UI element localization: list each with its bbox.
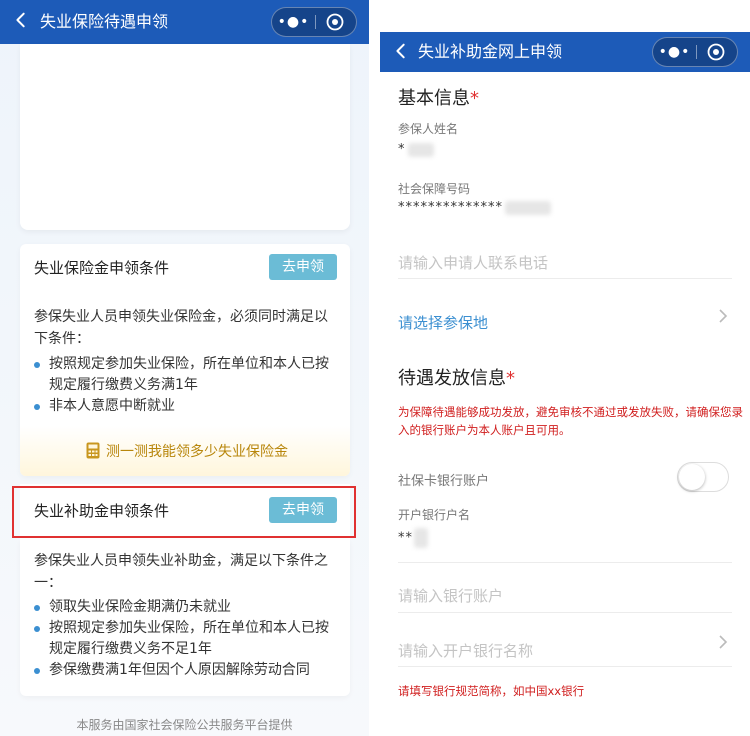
list-item: 按照规定参加失业保险，所在单位和本人已按规定履行缴费义务不足1年 bbox=[34, 618, 339, 660]
mini-program-capsule: •●• bbox=[652, 37, 738, 67]
chevron-right-icon[interactable] bbox=[718, 634, 728, 650]
mini-program-capsule: •●• bbox=[271, 7, 357, 37]
bullet-dot bbox=[34, 404, 40, 410]
capsule-divider bbox=[315, 15, 316, 29]
benefit-calculator-link[interactable]: 测一测我能领多少失业保险金 bbox=[106, 441, 288, 461]
list-item: 领取失业保险金期满仍未就业 bbox=[34, 597, 339, 618]
right-screen: 失业补助金网上申领 •●• 基本信息* 参保人姓名 * 社会保障号码 *****… bbox=[380, 32, 750, 736]
insured-place-select[interactable]: 请选择参保地 bbox=[398, 312, 488, 333]
name-value: * bbox=[398, 142, 434, 157]
left-screen: 失业保险待遇申领 •●• 失业保险金申领条件 去申领 参保失业人员申领失业保险金… bbox=[0, 0, 369, 736]
blank-card bbox=[20, 44, 350, 230]
account-name-value: ** bbox=[398, 528, 428, 548]
ssn-value: ************** bbox=[398, 200, 551, 215]
list-item: 按照规定参加失业保险，所在单位和本人已按规定履行缴费义务满1年 bbox=[34, 354, 339, 396]
bank-name-hint: 请填写银行规范简称，如中国xx银行 bbox=[398, 684, 585, 698]
card2-desc: 参保失业人员申领失业补助金，满足以下条件之一： bbox=[34, 553, 328, 591]
social-card-toggle[interactable] bbox=[677, 462, 729, 492]
divider bbox=[398, 612, 732, 613]
back-icon[interactable] bbox=[392, 42, 412, 62]
account-name-label: 开户银行户名 bbox=[398, 508, 471, 522]
page-title: 失业补助金网上申领 bbox=[418, 42, 563, 61]
bank-account-input[interactable]: 请输入银行账户 bbox=[398, 585, 503, 606]
divider bbox=[398, 278, 732, 279]
card1-desc: 参保失业人员申领失业保险金，必须同时满足以下条件： bbox=[34, 309, 328, 347]
toggle-knob bbox=[679, 464, 705, 490]
apply-insurance-button[interactable]: 去申领 bbox=[269, 254, 337, 280]
ssn-label: 社会保障号码 bbox=[398, 182, 471, 196]
right-navbar: 失业补助金网上申领 •●• bbox=[380, 32, 750, 72]
required-mark: * bbox=[470, 88, 479, 109]
bullet-dot bbox=[34, 605, 40, 611]
payment-info-title: 待遇发放信息* bbox=[398, 368, 515, 389]
bullet-dot bbox=[34, 668, 40, 674]
basic-info-title: 基本信息* bbox=[398, 88, 479, 109]
card1-title: 失业保险金申领条件 bbox=[34, 259, 170, 277]
divider bbox=[398, 562, 732, 563]
phone-input[interactable]: 请输入申请人联系电话 bbox=[398, 252, 548, 273]
close-target-icon[interactable] bbox=[326, 13, 344, 31]
more-icon[interactable]: •●• bbox=[272, 8, 315, 36]
more-icon[interactable]: •●• bbox=[653, 38, 696, 66]
bullet-dot bbox=[34, 362, 40, 368]
close-target-icon[interactable] bbox=[707, 43, 725, 61]
name-label: 参保人姓名 bbox=[398, 122, 459, 136]
capsule-divider bbox=[696, 45, 697, 59]
bullet-dot bbox=[34, 626, 40, 632]
back-icon[interactable] bbox=[12, 11, 32, 31]
list-item: 参保缴费满1年但因个人原因解除劳动合同 bbox=[34, 660, 339, 681]
payment-warning: 为保障待遇能够成功发放，避免审核不通过或发放失败，请确保您录入的银行账户为本人账… bbox=[398, 405, 743, 437]
footer-text: 本服务由国家社会保险公共服务平台提供 bbox=[76, 718, 293, 732]
calculator-icon bbox=[86, 442, 100, 459]
left-navbar: 失业保险待遇申领 •●• bbox=[0, 0, 369, 44]
bank-name-input[interactable]: 请输入开户银行名称 bbox=[398, 640, 533, 661]
required-mark: * bbox=[506, 368, 515, 389]
divider bbox=[398, 666, 732, 667]
highlight-box bbox=[12, 486, 356, 538]
list-item: 非本人意愿中断就业 bbox=[34, 396, 339, 417]
card-toggle-label: 社保卡银行账户 bbox=[398, 474, 490, 489]
chevron-right-icon[interactable] bbox=[718, 308, 728, 324]
page-title: 失业保险待遇申领 bbox=[40, 12, 169, 31]
